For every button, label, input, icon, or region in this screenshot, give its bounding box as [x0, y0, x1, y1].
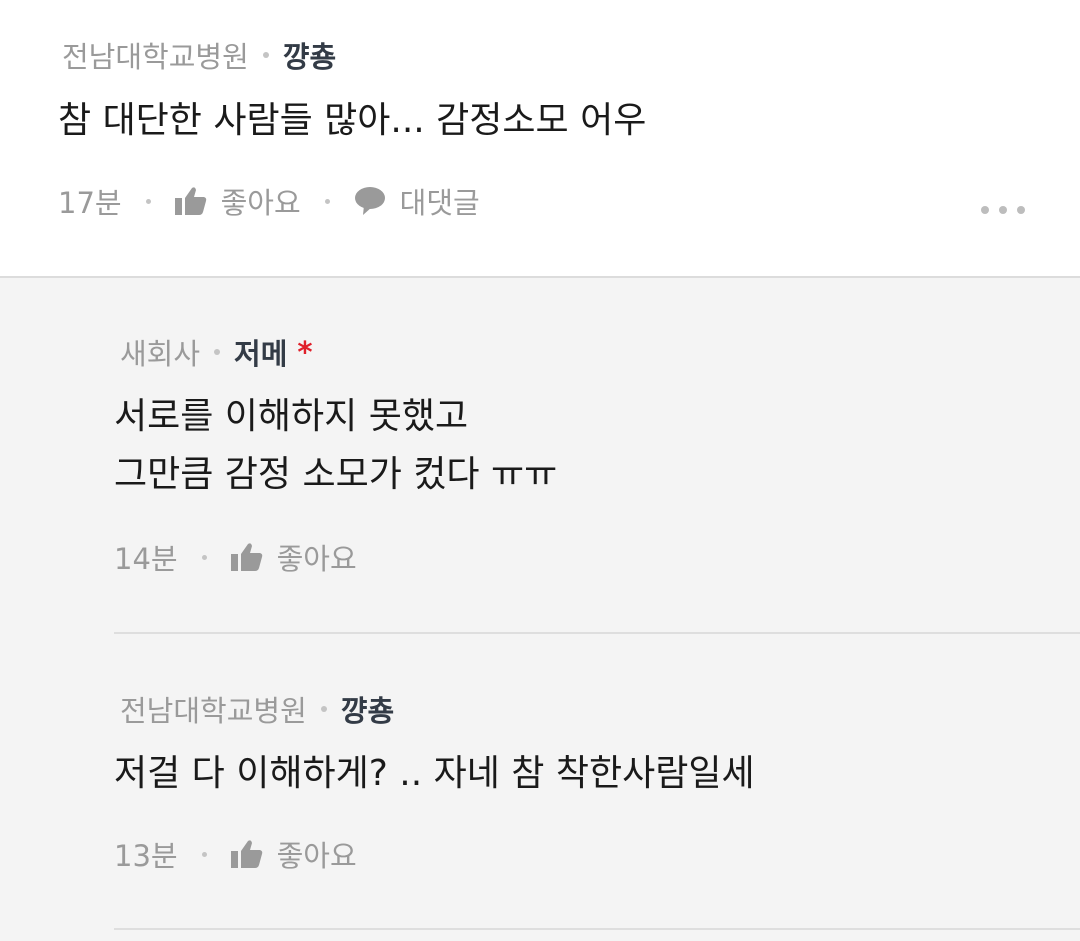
meta-separator	[262, 52, 269, 58]
author-mark: *	[297, 335, 313, 369]
reply-meta: 전남대학교병원 꺙춍	[120, 688, 394, 730]
reply-text-line: 서로를 이해하지 못했고	[114, 396, 469, 437]
timestamp: 17분	[58, 186, 122, 220]
meta-separator	[214, 349, 221, 355]
thumbs-up-icon	[174, 186, 207, 216]
reply-text-line: 저걸 다 이해하게? .. 자네 참 착한사람일세	[114, 753, 755, 794]
timestamp: 14분	[114, 542, 178, 576]
company-name[interactable]: 전남대학교병원	[62, 34, 249, 76]
comment-actions: 17분 좋아요 대댓글	[58, 180, 480, 222]
action-separator	[201, 554, 207, 560]
meta-separator	[320, 706, 327, 712]
nickname[interactable]: 꺙춍	[341, 688, 394, 730]
nickname[interactable]: 저메	[234, 331, 287, 373]
speech-bubble-icon	[354, 186, 386, 216]
action-separator	[145, 198, 151, 204]
timestamp: 13분	[114, 839, 178, 873]
like-button[interactable]: 좋아요	[230, 536, 357, 578]
action-separator	[324, 198, 330, 204]
reply-actions: 13분 좋아요	[114, 833, 357, 875]
like-label: 좋아요	[276, 542, 357, 576]
reply-label: 대댓글	[399, 186, 480, 220]
action-separator	[201, 851, 207, 857]
company-name[interactable]: 새회사	[120, 331, 200, 373]
reply-button[interactable]: 대댓글	[354, 180, 480, 222]
more-dots-icon[interactable]	[981, 203, 1025, 217]
reply-actions: 14분 좋아요	[114, 536, 357, 578]
reply-text-line: 그만큼 감정 소모가 컸다 ㅠㅠ	[114, 454, 558, 495]
comment: 전남대학교병원 꺙춍 참 대단한 사람들 많아... 감정소모 어우 17분 좋…	[0, 0, 1080, 276]
nickname[interactable]: 꺙춍	[283, 34, 336, 76]
like-label: 좋아요	[276, 839, 357, 873]
thumbs-up-icon	[230, 542, 263, 572]
like-button[interactable]: 좋아요	[174, 180, 301, 222]
company-name[interactable]: 전남대학교병원	[120, 688, 307, 730]
like-label: 좋아요	[220, 186, 301, 220]
comment-text: 참 대단한 사람들 많아... 감정소모 어우	[58, 100, 647, 141]
thumbs-up-icon	[230, 839, 263, 869]
like-button[interactable]: 좋아요	[230, 833, 357, 875]
reply-divider	[114, 632, 1080, 634]
reply-divider	[114, 928, 1080, 930]
reply-meta: 새회사 저메 *	[120, 331, 313, 373]
comment-meta: 전남대학교병원 꺙춍	[62, 34, 336, 76]
